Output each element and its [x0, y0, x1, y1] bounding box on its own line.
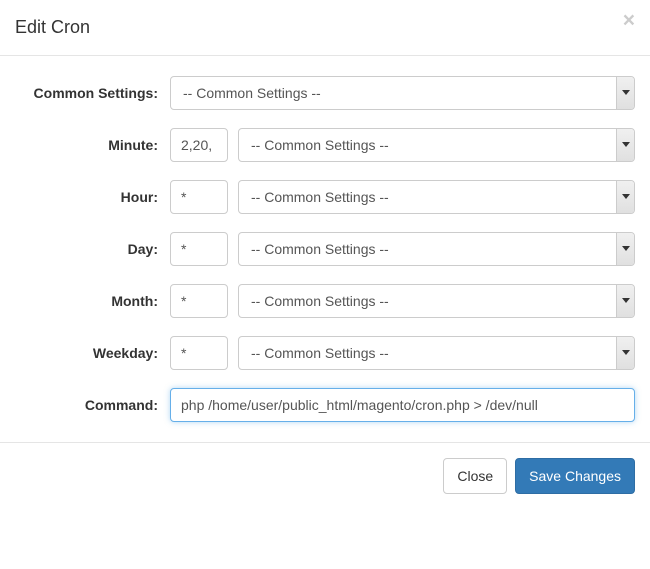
- common-settings-select[interactable]: -- Common Settings --: [170, 76, 635, 110]
- modal-header: Edit Cron ×: [0, 0, 650, 56]
- modal-title: Edit Cron: [15, 15, 635, 40]
- month-input[interactable]: [170, 284, 228, 318]
- select-value: -- Common Settings --: [251, 345, 616, 361]
- day-select[interactable]: -- Common Settings --: [238, 232, 635, 266]
- weekday-input[interactable]: [170, 336, 228, 370]
- minute-input[interactable]: [170, 128, 228, 162]
- command-input[interactable]: [170, 388, 635, 422]
- label-month: Month:: [15, 293, 170, 309]
- edit-cron-modal: Edit Cron × Common Settings: -- Common S…: [0, 0, 650, 509]
- row-month: Month: -- Common Settings --: [15, 284, 635, 318]
- hour-input[interactable]: [170, 180, 228, 214]
- chevron-down-icon: [616, 129, 634, 161]
- month-select[interactable]: -- Common Settings --: [238, 284, 635, 318]
- minute-select[interactable]: -- Common Settings --: [238, 128, 635, 162]
- select-value: -- Common Settings --: [251, 293, 616, 309]
- weekday-select[interactable]: -- Common Settings --: [238, 336, 635, 370]
- row-day: Day: -- Common Settings --: [15, 232, 635, 266]
- chevron-down-icon: [616, 233, 634, 265]
- label-weekday: Weekday:: [15, 345, 170, 361]
- save-changes-button[interactable]: Save Changes: [515, 458, 635, 494]
- select-value: -- Common Settings --: [251, 137, 616, 153]
- label-common-settings: Common Settings:: [15, 85, 170, 101]
- select-value: -- Common Settings --: [183, 85, 616, 101]
- row-weekday: Weekday: -- Common Settings --: [15, 336, 635, 370]
- select-value: -- Common Settings --: [251, 189, 616, 205]
- label-hour: Hour:: [15, 189, 170, 205]
- label-minute: Minute:: [15, 137, 170, 153]
- label-day: Day:: [15, 241, 170, 257]
- hour-select[interactable]: -- Common Settings --: [238, 180, 635, 214]
- day-input[interactable]: [170, 232, 228, 266]
- row-command: Command:: [15, 388, 635, 422]
- close-icon[interactable]: ×: [623, 10, 635, 31]
- row-common-settings: Common Settings: -- Common Settings --: [15, 76, 635, 110]
- close-button[interactable]: Close: [443, 458, 507, 494]
- chevron-down-icon: [616, 77, 634, 109]
- modal-footer: Close Save Changes: [0, 442, 650, 509]
- chevron-down-icon: [616, 181, 634, 213]
- modal-body: Common Settings: -- Common Settings -- M…: [0, 56, 650, 442]
- row-hour: Hour: -- Common Settings --: [15, 180, 635, 214]
- chevron-down-icon: [616, 337, 634, 369]
- chevron-down-icon: [616, 285, 634, 317]
- row-minute: Minute: -- Common Settings --: [15, 128, 635, 162]
- select-value: -- Common Settings --: [251, 241, 616, 257]
- label-command: Command:: [15, 397, 170, 413]
